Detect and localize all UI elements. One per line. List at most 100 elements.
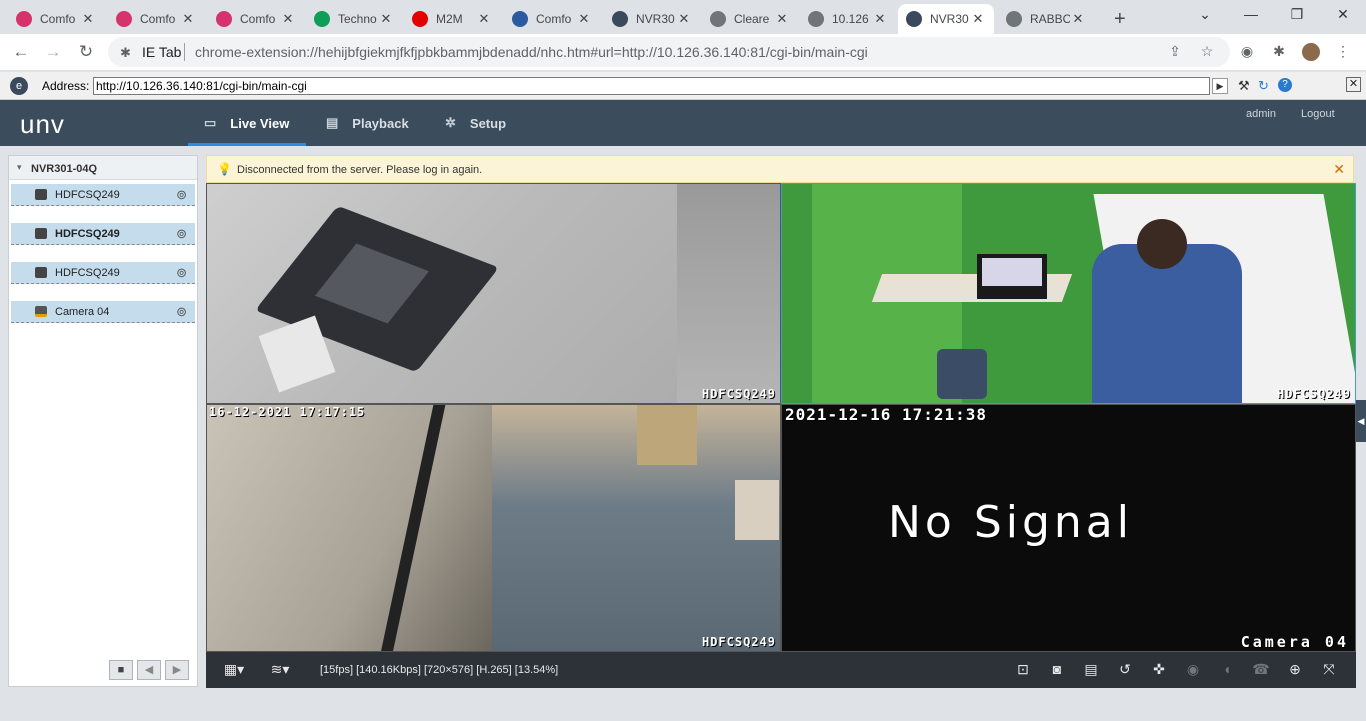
close-tab-icon[interactable]: ✕ bbox=[180, 11, 196, 27]
ie-tab-extension-icon[interactable]: ◉ bbox=[1238, 43, 1256, 61]
close-tab-icon[interactable]: ✕ bbox=[280, 11, 296, 27]
instant-playback-icon[interactable]: ↺ bbox=[1114, 661, 1136, 679]
close-ietab-icon[interactable]: ✕ bbox=[1346, 77, 1361, 92]
browser-tab[interactable]: Comfo ✕ bbox=[108, 4, 204, 34]
tab-title: NVR30 bbox=[636, 12, 675, 26]
close-tab-icon[interactable]: ✕ bbox=[576, 11, 592, 27]
tab-search-icon[interactable]: ⌄ bbox=[1190, 6, 1220, 26]
extensions-icon[interactable]: ✱ bbox=[1270, 43, 1288, 61]
tools-icon[interactable]: ⚒ bbox=[1238, 78, 1250, 94]
browser-tab[interactable]: Cleare ✕ bbox=[702, 4, 798, 34]
sheets-icon bbox=[314, 11, 330, 27]
close-tab-icon[interactable]: ✕ bbox=[1070, 11, 1086, 27]
ie-tab-icon bbox=[906, 11, 922, 27]
close-tab-icon[interactable]: ✕ bbox=[774, 11, 790, 27]
close-window-button[interactable]: ✕ bbox=[1328, 6, 1358, 26]
laptop-screen-image bbox=[982, 258, 1042, 286]
record-icon[interactable]: ⊚ bbox=[176, 226, 187, 242]
omnibox[interactable]: ✱ IE Tab chrome-extension://hehijbfgiekm… bbox=[108, 37, 1230, 67]
go-arrow-icon[interactable]: ▶ bbox=[1212, 78, 1228, 94]
restore-button[interactable]: ❐ bbox=[1282, 6, 1312, 26]
new-tab-button[interactable]: + bbox=[1106, 4, 1134, 34]
layout-grid-icon[interactable]: ▦▾ bbox=[218, 661, 250, 679]
refresh-tab-icon[interactable]: ↻ bbox=[1258, 78, 1269, 94]
close-tab-icon[interactable]: ✕ bbox=[872, 11, 888, 27]
browser-tab[interactable]: Comfo ✕ bbox=[8, 4, 104, 34]
tab-playback[interactable]: ▤ Playback bbox=[326, 100, 409, 146]
tab-title: Techno bbox=[338, 12, 377, 26]
help-icon[interactable]: ? bbox=[1278, 78, 1292, 92]
tab-title: NVR30 bbox=[930, 12, 969, 26]
device-node[interactable]: ▾ NVR301-04Q bbox=[9, 156, 197, 180]
video-cell-3[interactable]: 16-12-2021 17:17:15 HDFCSQ249 bbox=[206, 404, 781, 652]
channel-item[interactable]: Camera 04 ⊚ bbox=[11, 301, 195, 323]
talk-icon[interactable]: ☎ bbox=[1250, 661, 1272, 679]
close-tab-icon[interactable]: ✕ bbox=[676, 11, 692, 27]
browser-tab[interactable]: Comfo ✕ bbox=[208, 4, 304, 34]
browser-tab[interactable]: 10.126 ✕ bbox=[800, 4, 896, 34]
forward-button[interactable]: → bbox=[42, 41, 64, 63]
menu-dots-icon[interactable]: ⋮ bbox=[1334, 43, 1352, 61]
side-panel-toggle[interactable]: ◀ bbox=[1356, 400, 1366, 442]
ie-tab-logo-icon: e bbox=[10, 77, 28, 95]
prev-page-button[interactable]: ◀ bbox=[137, 660, 161, 680]
browser-tab[interactable]: NVR30 ✕ bbox=[604, 4, 700, 34]
record-icon[interactable]: ⊚ bbox=[176, 265, 187, 281]
film-icon: ▤ bbox=[326, 115, 339, 130]
minimize-button[interactable]: — bbox=[1236, 6, 1266, 26]
bookmark-star-icon[interactable]: ☆ bbox=[1198, 43, 1216, 61]
next-page-button[interactable]: ▶ bbox=[165, 660, 189, 680]
browser-tab[interactable]: M2M ✕ bbox=[404, 4, 500, 34]
channel-item[interactable]: HDFCSQ249 ⊚ bbox=[11, 184, 195, 206]
close-tab-icon[interactable]: ✕ bbox=[970, 11, 986, 27]
channel-item[interactable]: HDFCSQ249 ⊚ bbox=[11, 262, 195, 284]
browser-tab[interactable]: NVR30 ✕ bbox=[898, 4, 994, 34]
address-input[interactable] bbox=[93, 77, 1210, 95]
extension-label: IE Tab bbox=[142, 44, 182, 60]
video-cell-2[interactable]: HDFCSQ249 bbox=[781, 183, 1356, 404]
browser-tab[interactable]: RABBO ✕ bbox=[998, 4, 1094, 34]
user-name: admin bbox=[1246, 108, 1276, 120]
video-cell-4[interactable]: 2021-12-16 17:21:38 No Signal Camera 04 bbox=[781, 404, 1356, 652]
reload-button[interactable]: ↻ bbox=[75, 41, 97, 63]
close-tab-icon[interactable]: ✕ bbox=[80, 11, 96, 27]
close-notice-icon[interactable]: ✕ bbox=[1333, 161, 1345, 178]
browser-tab[interactable]: Techno ✕ bbox=[306, 4, 402, 34]
audio-icon[interactable]: ◉ bbox=[1182, 661, 1204, 679]
camera-label-osd: HDFCSQ249 bbox=[1276, 387, 1351, 401]
close-tab-icon[interactable]: ✕ bbox=[378, 11, 394, 27]
tab-setup[interactable]: ✲ Setup bbox=[445, 100, 506, 146]
camera-warning-icon bbox=[35, 306, 47, 317]
technician-head-image bbox=[1137, 219, 1187, 269]
snapshot-icon[interactable]: ◙ bbox=[1046, 661, 1068, 679]
notice-bar: 💡 Disconnected from the server. Please l… bbox=[206, 155, 1354, 183]
browser-tab[interactable]: Comfo ✕ bbox=[504, 4, 600, 34]
tab-live-view[interactable]: ▭ Live View bbox=[204, 100, 289, 146]
record-icon[interactable]: ⊚ bbox=[176, 187, 187, 203]
record-clip-icon[interactable]: ▤ bbox=[1080, 661, 1102, 679]
collapse-icon[interactable]: ▾ bbox=[17, 162, 22, 173]
url-text[interactable]: chrome-extension://hehijbfgiekmjfkfjpbkb… bbox=[195, 44, 868, 60]
tab-setup-label: Setup bbox=[469, 115, 507, 131]
tab-title: Comfo bbox=[240, 12, 276, 26]
browser-toolbar: ← → ↻ ✱ IE Tab chrome-extension://hehijb… bbox=[0, 34, 1366, 70]
channel-item[interactable]: HDFCSQ249 ⊚ bbox=[11, 223, 195, 245]
stream-select-icon[interactable]: ≋▾ bbox=[262, 661, 298, 679]
record-icon[interactable]: ⊚ bbox=[176, 304, 187, 320]
tab-playback-label: Playback bbox=[352, 115, 409, 131]
globe-icon bbox=[1006, 11, 1022, 27]
back-button[interactable]: ← bbox=[10, 41, 32, 63]
digital-zoom-icon[interactable]: ⊕ bbox=[1284, 661, 1306, 679]
stream-switch-icon[interactable]: ⊡ bbox=[1012, 661, 1034, 679]
profile-avatar[interactable] bbox=[1302, 43, 1320, 61]
ptz-icon[interactable]: ✜ bbox=[1148, 661, 1170, 679]
stop-all-button[interactable]: ■ bbox=[109, 660, 133, 680]
tab-live-view-label: Live View bbox=[230, 115, 290, 131]
logout-link[interactable]: Logout bbox=[1301, 108, 1335, 120]
fullscreen-icon[interactable]: ⤧ bbox=[1318, 661, 1340, 679]
volume-icon[interactable]: ◖ bbox=[1216, 661, 1238, 679]
share-icon[interactable]: ⇪ bbox=[1166, 43, 1184, 61]
close-tab-icon[interactable]: ✕ bbox=[476, 11, 492, 27]
gear-icon: ✲ bbox=[445, 115, 456, 130]
video-cell-1[interactable]: HDFCSQ249 bbox=[206, 183, 781, 404]
